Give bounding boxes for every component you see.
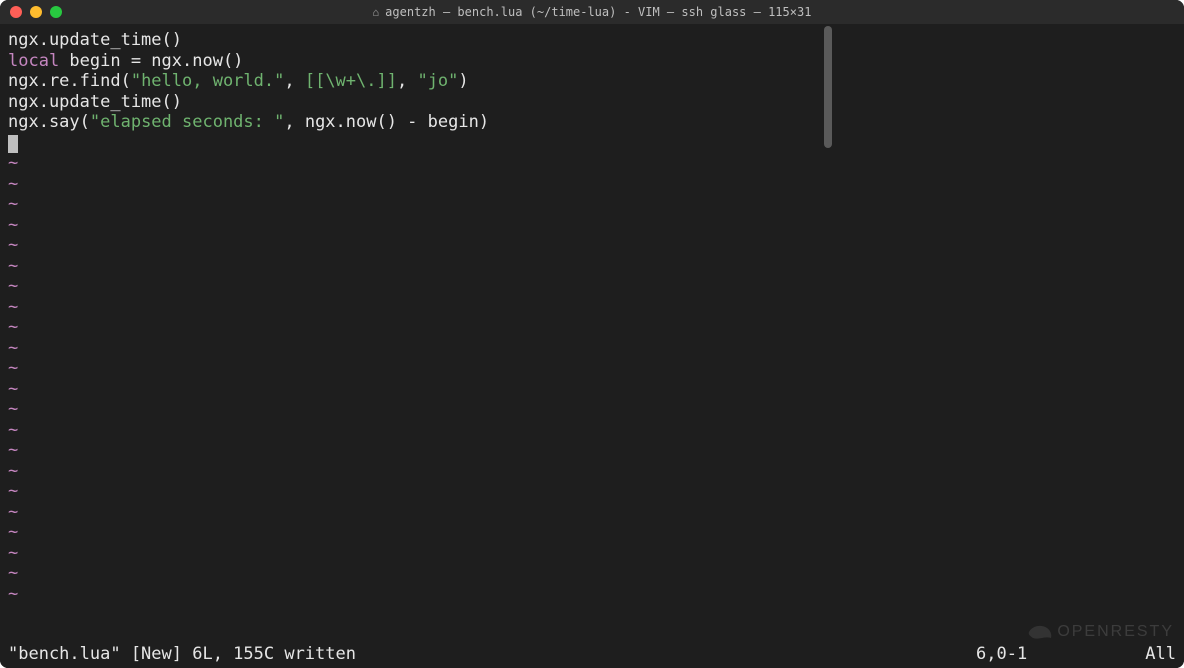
empty-line-tilde: ~	[8, 481, 1176, 502]
code-line: ngx.update_time()	[8, 92, 1176, 113]
empty-line-tilde: ~	[8, 153, 1176, 174]
code-line: local begin = ngx.now()	[8, 51, 1176, 72]
empty-line-tilde: ~	[8, 317, 1176, 338]
empty-line-tilde: ~	[8, 276, 1176, 297]
code-line: ngx.say("elapsed seconds: ", ngx.now() -…	[8, 112, 1176, 133]
empty-line-tilde: ~	[8, 256, 1176, 277]
close-button[interactable]	[10, 6, 22, 18]
status-message: "bench.lua" [New] 6L, 155C written	[8, 644, 976, 664]
empty-line-tilde: ~	[8, 399, 1176, 420]
cursor-position: 6,0-1	[976, 644, 1116, 664]
window-title: ⌂ agentzh — bench.lua (~/time-lua) - VIM…	[0, 5, 1184, 19]
empty-line-tilde: ~	[8, 543, 1176, 564]
title-label: agentzh — bench.lua (~/time-lua) - VIM —…	[385, 5, 811, 19]
empty-line-tilde: ~	[8, 215, 1176, 236]
scrollbar-thumb[interactable]	[824, 26, 832, 148]
code-line: ngx.re.find("hello, world.", [[\w+\.]], …	[8, 71, 1176, 92]
empty-line-tilde: ~	[8, 584, 1176, 605]
empty-line-tilde: ~	[8, 358, 1176, 379]
cursor	[8, 135, 18, 153]
empty-line-tilde: ~	[8, 563, 1176, 584]
scroll-indicator: All	[1116, 644, 1176, 664]
empty-line-tilde: ~	[8, 522, 1176, 543]
empty-line-tilde: ~	[8, 440, 1176, 461]
empty-line-tilde: ~	[8, 420, 1176, 441]
empty-line-tilde: ~	[8, 461, 1176, 482]
window-controls	[10, 6, 62, 18]
home-icon: ⌂	[373, 6, 380, 19]
watermark-text: OPENRESTY	[1057, 623, 1174, 641]
empty-line-tilde: ~	[8, 297, 1176, 318]
empty-line-tilde: ~	[8, 194, 1176, 215]
bird-icon	[1027, 622, 1053, 642]
terminal-window: ⌂ agentzh — bench.lua (~/time-lua) - VIM…	[0, 0, 1184, 668]
minimize-button[interactable]	[30, 6, 42, 18]
empty-line-tilde: ~	[8, 379, 1176, 400]
empty-line-tilde: ~	[8, 174, 1176, 195]
cursor-line	[8, 133, 1176, 154]
watermark-logo: OPENRESTY	[1027, 622, 1174, 642]
editor-area[interactable]: ngx.update_time()local begin = ngx.now()…	[0, 24, 1184, 644]
titlebar: ⌂ agentzh — bench.lua (~/time-lua) - VIM…	[0, 0, 1184, 24]
vim-statusbar: "bench.lua" [New] 6L, 155C written 6,0-1…	[0, 644, 1184, 668]
empty-line-tilde: ~	[8, 235, 1176, 256]
maximize-button[interactable]	[50, 6, 62, 18]
code-line: ngx.update_time()	[8, 30, 1176, 51]
empty-line-tilde: ~	[8, 502, 1176, 523]
empty-line-tilde: ~	[8, 338, 1176, 359]
